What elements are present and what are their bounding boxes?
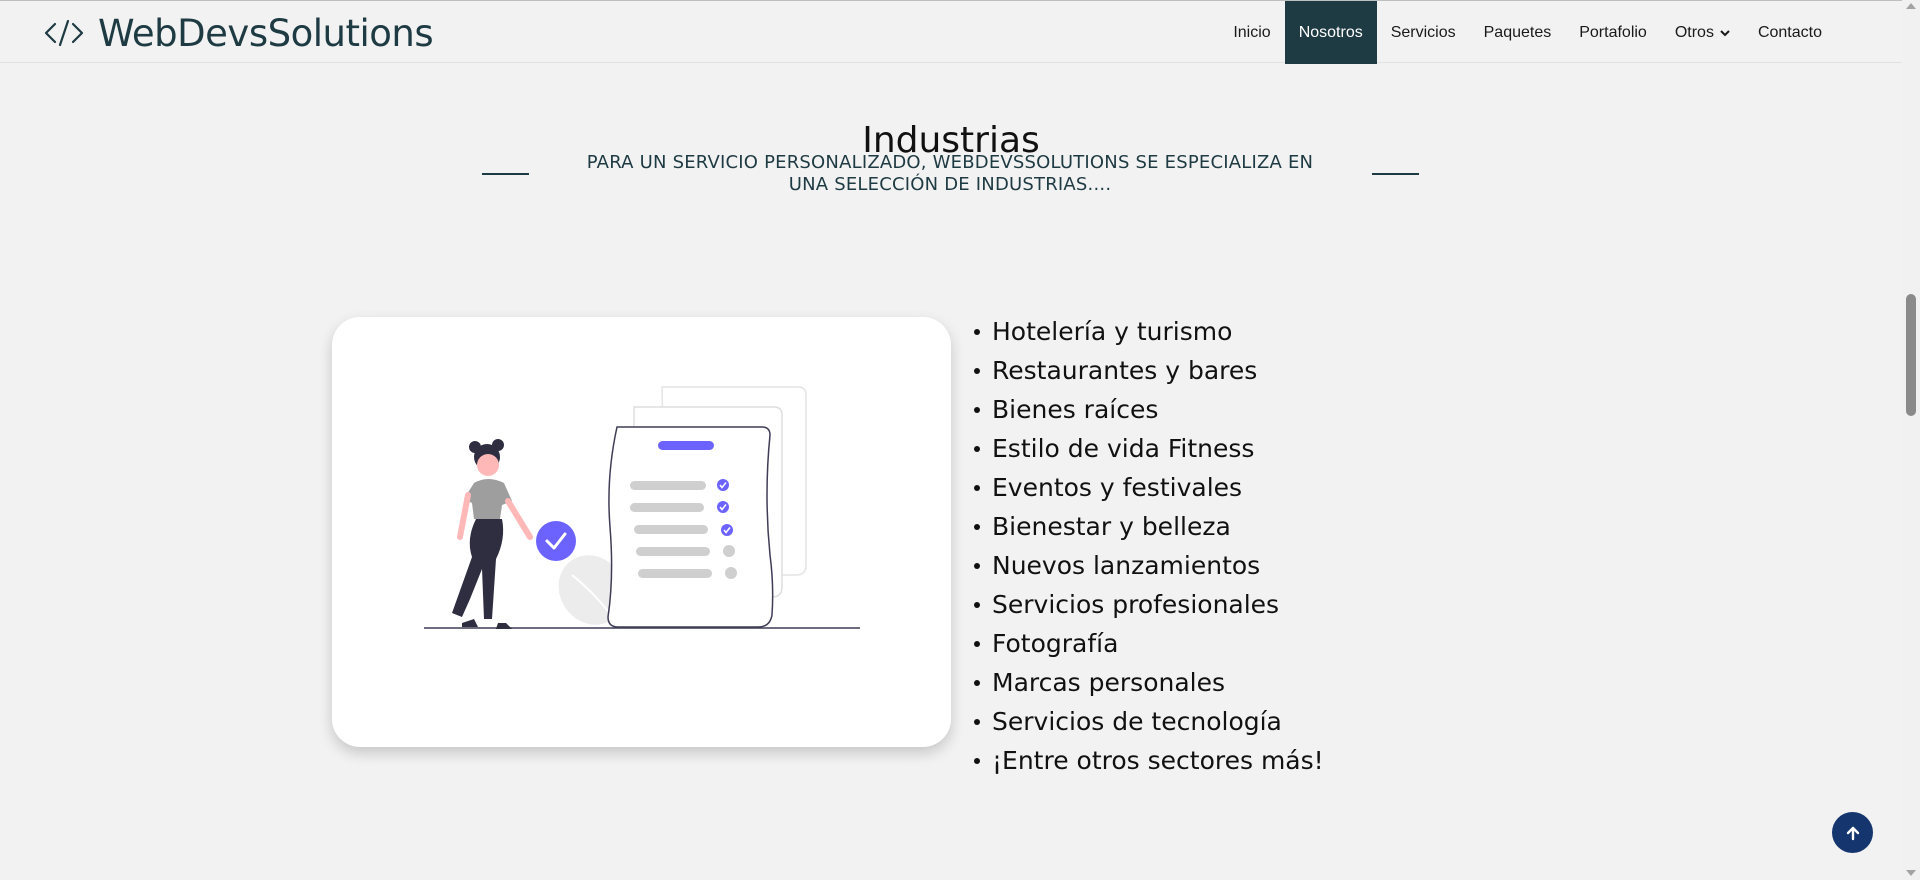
- bullet: [974, 640, 980, 647]
- list-item: Servicios profesionales: [974, 585, 1324, 624]
- divider-right: [1372, 173, 1419, 175]
- brand-name: WebDevsSolutions: [98, 11, 434, 55]
- list-item: Servicios de tecnología: [974, 702, 1324, 741]
- checklist-illustration: [424, 386, 860, 629]
- list-item: Estilo de vida Fitness: [974, 429, 1324, 468]
- industry-label: Estilo de vida Fitness: [992, 434, 1255, 463]
- list-item: Marcas personales: [974, 663, 1324, 702]
- code-icon: [44, 19, 84, 47]
- divider-left: [482, 173, 529, 175]
- industry-label: Nuevos lanzamientos: [992, 551, 1261, 580]
- nav-item-contacto[interactable]: Contacto: [1744, 1, 1836, 64]
- industry-label: Bienes raíces: [992, 395, 1159, 424]
- back-to-top-button[interactable]: [1832, 812, 1873, 853]
- bullet: [974, 484, 980, 491]
- nav-label: Servicios: [1390, 23, 1456, 41]
- bullet: [974, 757, 980, 764]
- industry-label: Servicios de tecnología: [992, 707, 1282, 736]
- nav-item-otros[interactable]: Otros: [1661, 1, 1744, 64]
- nav-label: Contacto: [1757, 23, 1822, 41]
- illustration-card: [332, 317, 951, 747]
- industry-label: Restaurantes y bares: [992, 356, 1258, 385]
- industries-list: Hotelería y turismo Restaurantes y bares…: [974, 312, 1324, 780]
- list-item: Restaurantes y bares: [974, 351, 1324, 390]
- list-item: Bienestar y belleza: [974, 507, 1324, 546]
- list-item: Eventos y festivales: [974, 468, 1324, 507]
- arrow-up-icon: [1846, 826, 1859, 840]
- nav-item-portafolio[interactable]: Portafolio: [1565, 1, 1661, 64]
- list-item: Bienes raíces: [974, 390, 1324, 429]
- nav-item-paquetes[interactable]: Paquetes: [1470, 1, 1566, 64]
- list-item: Hotelería y turismo: [974, 312, 1324, 351]
- bullet: [974, 562, 980, 569]
- nav-label: Nosotros: [1298, 23, 1363, 41]
- bullet: [974, 445, 980, 452]
- industry-label: Servicios profesionales: [992, 590, 1280, 619]
- scroll-thumb[interactable]: [1906, 294, 1916, 416]
- chevron-down-icon: [1720, 29, 1730, 36]
- bullet: [974, 523, 980, 530]
- page-scrollbar[interactable]: [1902, 0, 1920, 880]
- bullet: [974, 601, 980, 608]
- nav-label: Inicio: [1233, 23, 1271, 41]
- scroll-up-arrow-icon[interactable]: [1906, 3, 1916, 9]
- list-item: ¡Entre otros sectores más!: [974, 741, 1324, 780]
- bullet: [974, 367, 980, 374]
- bullet: [974, 406, 980, 413]
- list-item: Nuevos lanzamientos: [974, 546, 1324, 585]
- nav-label: Otros: [1674, 23, 1714, 41]
- industry-label: Eventos y festivales: [992, 473, 1243, 502]
- bullet: [974, 718, 980, 725]
- industry-label: Hotelería y turismo: [992, 317, 1233, 346]
- bullet: [974, 328, 980, 335]
- nav-item-servicios[interactable]: Servicios: [1377, 1, 1470, 64]
- industry-label: Bienestar y belleza: [992, 512, 1231, 541]
- nav-item-nosotros[interactable]: Nosotros: [1284, 1, 1377, 64]
- nav-label: Portafolio: [1579, 23, 1647, 41]
- industry-label: Fotografía: [992, 629, 1119, 658]
- nav-label: Paquetes: [1483, 23, 1552, 41]
- industry-label: Marcas personales: [992, 668, 1226, 697]
- nav-item-inicio[interactable]: Inicio: [1219, 1, 1284, 64]
- section-subtitle: PARA UN SERVICIO PERSONALIZADO, WEBDEVSS…: [586, 152, 1314, 195]
- industry-label: ¡Entre otros sectores más!: [992, 746, 1324, 775]
- brand-logo[interactable]: WebDevsSolutions: [44, 9, 434, 57]
- site-header: WebDevsSolutions Inicio Nosotros Servici…: [0, 0, 1902, 64]
- main-nav: Inicio Nosotros Servicios Paquetes Porta…: [1219, 1, 1836, 64]
- list-item: Fotografía: [974, 624, 1324, 663]
- scroll-down-arrow-icon[interactable]: [1906, 870, 1916, 876]
- bullet: [974, 679, 980, 686]
